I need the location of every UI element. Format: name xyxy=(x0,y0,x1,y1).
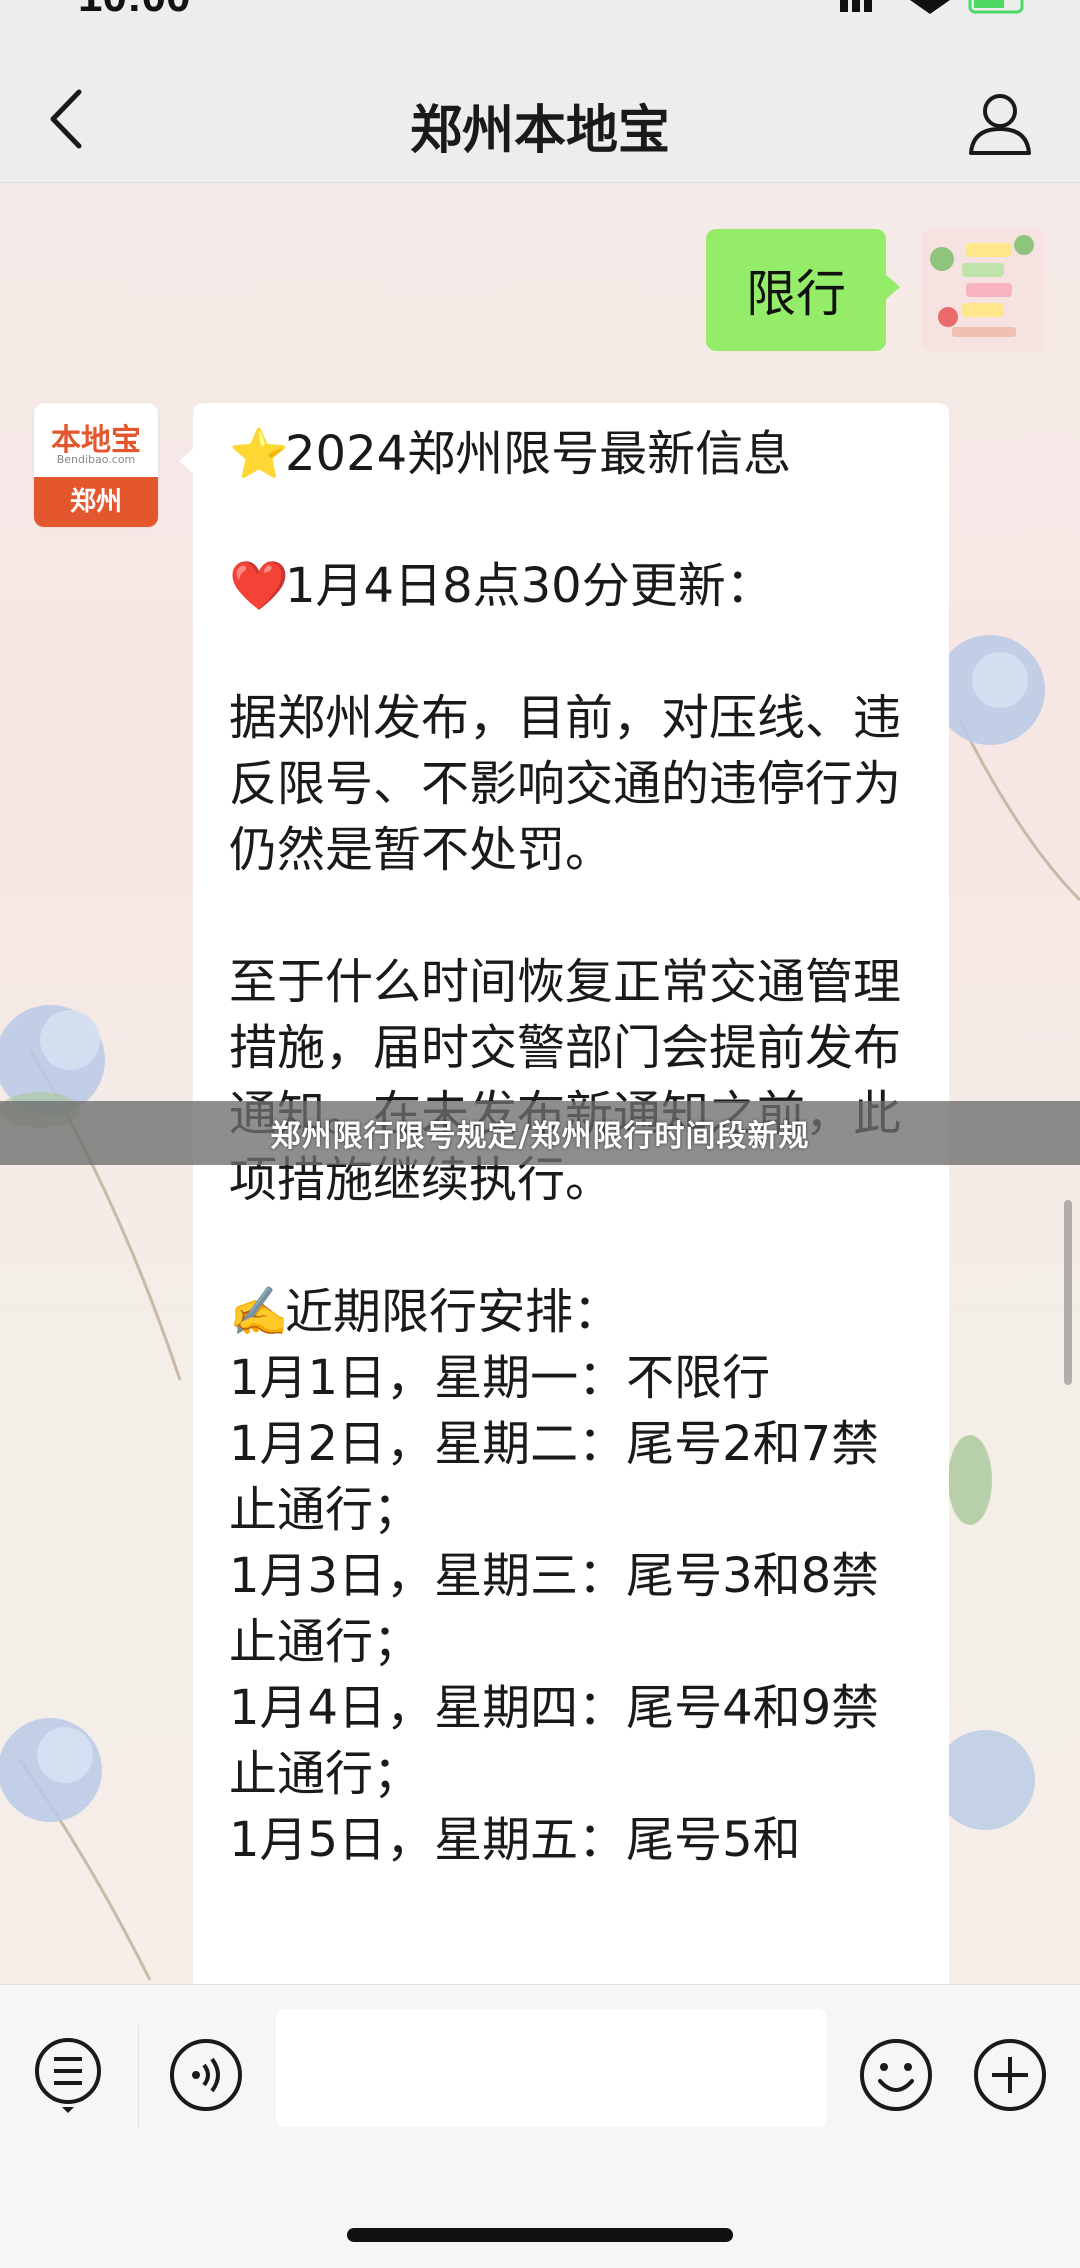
message-emoji-icon: ❤️ xyxy=(229,558,289,614)
message-line-text: 2024郑州限号最新信息 xyxy=(285,426,792,482)
signal-icon xyxy=(840,0,848,12)
input-bar xyxy=(0,1984,1080,2268)
message-line-text: 1月1日，星期一：不限行 xyxy=(229,1350,771,1406)
status-bar: 10:00 xyxy=(0,0,1080,24)
caption-banner: 郑州限行限号规定/郑州限行时间段新规 xyxy=(0,1101,1080,1165)
chat-screen: 10:00 郑州本地宝 限行 xyxy=(0,0,1080,2268)
page-title: 郑州本地宝 xyxy=(409,101,670,161)
person-icon xyxy=(969,94,1031,155)
caption-text: 郑州限行限号规定/郑州限行时间段新规 xyxy=(270,1119,810,1154)
menu-button[interactable] xyxy=(28,2035,108,2115)
message-line-text: 1月2日，星期二：尾号2和7禁止通行； xyxy=(229,1416,880,1538)
status-icons xyxy=(840,0,1024,14)
message-line: ⭐2024郑州限号最新信息 xyxy=(229,421,909,487)
bot-avatar[interactable]: 本地宝 Bendibao.com 郑州 xyxy=(34,403,158,527)
voice-button[interactable] xyxy=(166,2035,246,2115)
emoji-icon xyxy=(860,2039,932,2111)
message-line: 据郑州发布，目前，对压线、违反限号、不影响交通的违停行为仍然是暂不处罚。 xyxy=(229,685,909,883)
message-line-text: 据郑州发布，目前，对压线、违反限号、不影响交通的违停行为仍然是暂不处罚。 xyxy=(229,690,902,878)
nav-bar: 郑州本地宝 xyxy=(0,24,1080,183)
bot-avatar-city: 郑州 xyxy=(34,477,158,527)
message-line: ✍️近期限行安排： xyxy=(229,1279,909,1345)
outgoing-message[interactable]: 限行 xyxy=(706,229,900,351)
outgoing-message-text: 限行 xyxy=(746,265,846,323)
bot-avatar-domain: Bendibao.com xyxy=(56,453,136,466)
message-emoji-icon: ✍️ xyxy=(229,1284,289,1340)
message-line: 1月1日，星期一：不限行 xyxy=(229,1345,909,1411)
message-line: 1月4日，星期四：尾号4和9禁止通行； xyxy=(229,1675,909,1807)
message-line-text: 1月4日8点30分更新： xyxy=(285,558,774,614)
message-line: 至于什么时间恢复正常交通管理措施，届时交警部门会提前发布通知。在未发布新通知之前… xyxy=(229,949,909,1213)
wifi-icon xyxy=(910,0,950,14)
incoming-message[interactable]: ⭐2024郑州限号最新信息 ❤️1月4日8点30分更新： 据郑州发布，目前，对压线、… xyxy=(179,403,949,2023)
message-line: 1月3日，星期三：尾号3和8禁止通行； xyxy=(229,1543,909,1675)
user-avatar-image xyxy=(922,229,1044,351)
message-line: 1月5日，星期五：尾号5和 xyxy=(229,1807,909,1873)
plus-button[interactable] xyxy=(970,2035,1050,2115)
profile-button[interactable] xyxy=(960,84,1040,164)
message-line-text: 至于什么时间恢复正常交通管理措施，届时交警部门会提前发布通知。在未发布新通知之前… xyxy=(229,954,902,1208)
message-line-text: 1月4日，星期四：尾号4和9禁止通行； xyxy=(229,1680,880,1802)
scrollbar[interactable] xyxy=(1064,1200,1072,1385)
input-bar-divider xyxy=(138,2025,139,2129)
message-emoji-icon: ⭐ xyxy=(229,426,289,482)
home-indicator[interactable] xyxy=(347,2228,733,2242)
message-input[interactable] xyxy=(276,2009,826,2127)
status-time: 10:00 xyxy=(78,0,191,22)
chat-area[interactable]: 限行 本地宝 Bendibao.com 郑州 ⭐2024郑州限号最新信息 ❤️1… xyxy=(0,183,1080,2023)
user-avatar[interactable] xyxy=(922,229,1044,351)
emoji-button[interactable] xyxy=(856,2035,936,2115)
menu-list-icon xyxy=(35,2038,101,2113)
bot-avatar-logo: 本地宝 Bendibao.com xyxy=(34,403,158,477)
message-line: ❤️1月4日8点30分更新： xyxy=(229,553,909,619)
plus-icon xyxy=(974,2039,1046,2111)
message-line-text: 1月5日，星期五：尾号5和 xyxy=(229,1812,801,1868)
message-line-text: 1月3日，星期三：尾号3和8禁止通行； xyxy=(229,1548,880,1670)
voice-icon xyxy=(170,2039,242,2111)
message-line-text: 近期限行安排： xyxy=(285,1284,622,1340)
message-line: 1月2日，星期二：尾号2和7禁止通行； xyxy=(229,1411,909,1543)
